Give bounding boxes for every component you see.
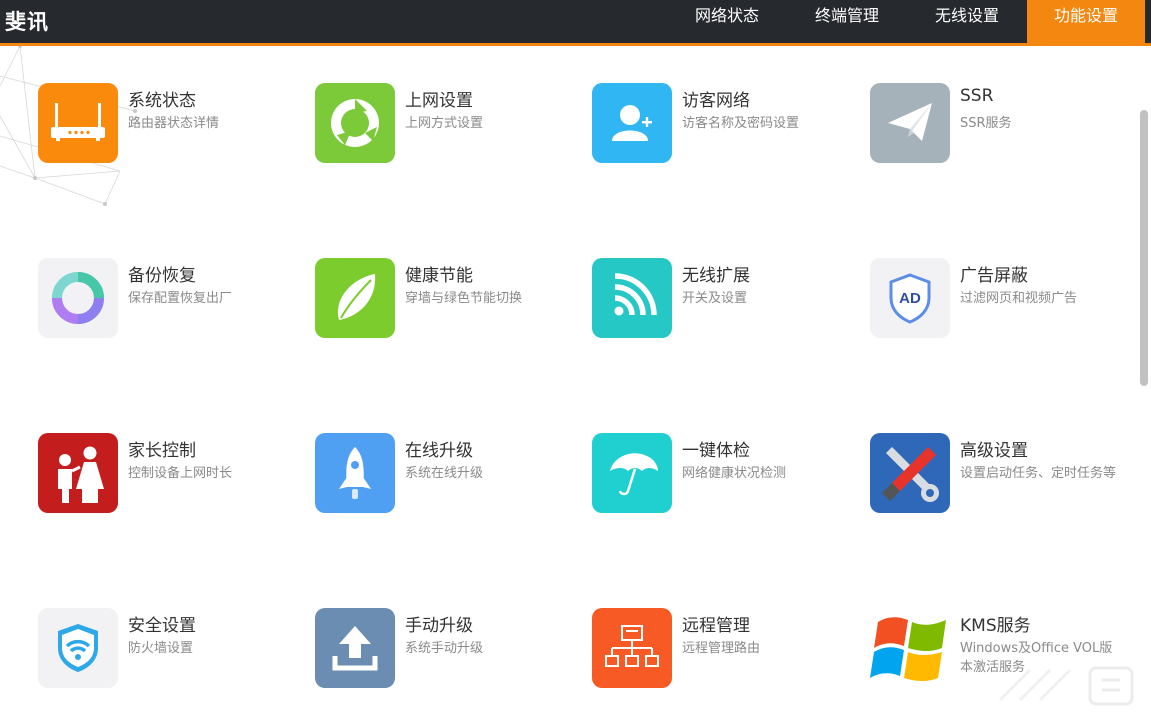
family-icon[interactable] xyxy=(38,433,118,513)
tile-description: 网络健康状况检测 xyxy=(682,466,787,481)
tile-title: 健康节能 xyxy=(405,266,473,286)
nav-accent-line xyxy=(0,43,1151,46)
tile-title: 高级设置 xyxy=(960,441,1028,461)
rocket-icon[interactable] xyxy=(315,433,395,513)
nav-tab-wireless-settings[interactable]: 无线设置 xyxy=(909,0,1025,43)
tile-description: 保存配置恢复出厂 xyxy=(128,291,233,306)
add-user-icon[interactable] xyxy=(592,83,672,163)
tile-title: 访客网络 xyxy=(682,91,750,111)
brand-logo: 斐讯 xyxy=(5,10,49,34)
tile-description: 过滤网页和视频广告 xyxy=(960,291,1078,306)
tile-backup-restore[interactable]: 备份恢复 保存配置恢复出厂 xyxy=(38,258,298,348)
tile-ad-blocking[interactable]: AD 广告屏蔽 过滤网页和视频广告 xyxy=(870,258,1130,348)
svg-text:AD: AD xyxy=(899,290,921,307)
tile-description: 系统手动升级 xyxy=(405,641,484,656)
tile-title: 无线扩展 xyxy=(682,266,750,286)
tile-title: KMS服务 xyxy=(960,616,1031,636)
windows-logo-icon[interactable] xyxy=(870,608,950,688)
tile-parental-control[interactable]: 家长控制 控制设备上网时长 xyxy=(38,433,298,523)
tile-description: 上网方式设置 xyxy=(405,116,484,131)
network-tree-icon[interactable] xyxy=(592,608,672,688)
tile-description: 设置启动任务、定时任务等 xyxy=(960,466,1117,481)
tile-security-settings[interactable]: 安全设置 防火墙设置 xyxy=(38,608,298,698)
tile-title: 远程管理 xyxy=(682,616,750,636)
tile-title: 系统状态 xyxy=(128,91,196,111)
tile-title: 安全设置 xyxy=(128,616,196,636)
scrollbar-thumb[interactable] xyxy=(1140,110,1148,386)
tile-description: SSR服务 xyxy=(960,116,1012,131)
router-icon[interactable] xyxy=(38,83,118,163)
globe-ring-icon[interactable] xyxy=(315,83,395,163)
backup-ring-icon[interactable] xyxy=(38,258,118,338)
tile-online-upgrade[interactable]: 在线升级 系统在线升级 xyxy=(315,433,575,523)
tile-ssr[interactable]: SSR SSR服务 xyxy=(870,83,1130,173)
tile-description: 系统在线升级 xyxy=(405,466,484,481)
tile-description: 防火墙设置 xyxy=(128,641,194,656)
leaf-icon[interactable] xyxy=(315,258,395,338)
watermark-logo xyxy=(998,666,1134,706)
tile-description: 路由器状态详情 xyxy=(128,116,220,131)
tile-description: 开关及设置 xyxy=(682,291,748,306)
umbrella-icon[interactable] xyxy=(592,433,672,513)
upload-icon[interactable] xyxy=(315,608,395,688)
tile-advanced-settings[interactable]: 高级设置 设置启动任务、定时任务等 xyxy=(870,433,1130,523)
tile-system-status[interactable]: 系统状态 路由器状态详情 xyxy=(38,83,298,173)
tile-title: 广告屏蔽 xyxy=(960,266,1028,286)
tile-title: 在线升级 xyxy=(405,441,473,461)
tile-description: 访客名称及密码设置 xyxy=(682,116,800,131)
tile-title: 家长控制 xyxy=(128,441,196,461)
tile-one-click-check[interactable]: 一键体检 网络健康状况检测 xyxy=(592,433,852,523)
wifi-shield-icon[interactable] xyxy=(38,608,118,688)
nav-tab-terminal-management[interactable]: 终端管理 xyxy=(789,0,905,43)
tile-guest-network[interactable]: 访客网络 访客名称及密码设置 xyxy=(592,83,852,173)
tile-title: SSR xyxy=(960,86,994,106)
tile-title: 备份恢复 xyxy=(128,266,196,286)
tile-manual-upgrade[interactable]: 手动升级 系统手动升级 xyxy=(315,608,575,698)
tile-description: 穿墙与绿色节能切换 xyxy=(405,291,523,306)
tile-description: 远程管理路由 xyxy=(682,641,761,656)
nav-tab-network-status[interactable]: 网络状态 xyxy=(669,0,785,43)
nav-tab-function-settings[interactable]: 功能设置 xyxy=(1027,0,1145,43)
wifi-signal-icon[interactable] xyxy=(592,258,672,338)
paper-plane-icon[interactable] xyxy=(870,83,950,163)
tile-title: 手动升级 xyxy=(405,616,473,636)
top-navigation-bar: 斐讯 网络状态 终端管理 无线设置 功能设置 xyxy=(0,0,1151,43)
tile-health-energy[interactable]: 健康节能 穿墙与绿色节能切换 xyxy=(315,258,575,348)
tile-wireless-extension[interactable]: 无线扩展 开关及设置 xyxy=(592,258,852,348)
tile-title: 一键体检 xyxy=(682,441,750,461)
tile-remote-management[interactable]: 远程管理 远程管理路由 xyxy=(592,608,852,698)
tile-internet-settings[interactable]: 上网设置 上网方式设置 xyxy=(315,83,575,173)
tile-title: 上网设置 xyxy=(405,91,473,111)
tile-description: 控制设备上网时长 xyxy=(128,466,233,481)
ad-shield-icon[interactable]: AD xyxy=(870,258,950,338)
tools-icon[interactable] xyxy=(870,433,950,513)
